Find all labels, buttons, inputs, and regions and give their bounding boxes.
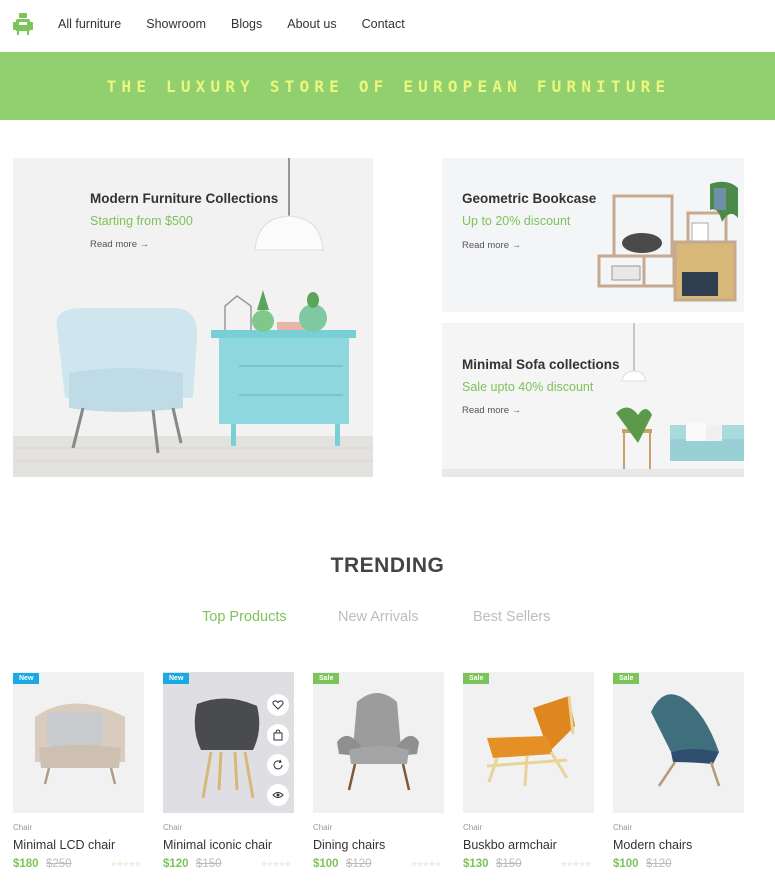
product-category: Chair (163, 823, 183, 832)
product-name[interactable]: Dining chairs (313, 838, 385, 852)
product-price: $180 (13, 858, 39, 870)
rating-stars: ☆☆☆☆☆ (261, 861, 292, 868)
quick-view-button[interactable] (267, 784, 289, 806)
product-category: Chair (13, 823, 33, 832)
promo-title: Geometric Bookcase (462, 191, 597, 206)
product-card: New Chair Minimal LCD chair $180 $250 ☆☆… (13, 672, 149, 882)
product-name[interactable]: Buskbo armchair (463, 838, 557, 852)
wingback-chair-grey-image (337, 693, 419, 791)
promo-image-bookcase (597, 181, 738, 302)
rating-stars: ☆☆☆☆☆ (111, 861, 142, 868)
eye-icon (272, 792, 284, 798)
read-more-link[interactable]: Read more → (462, 240, 521, 251)
product-image[interactable] (163, 672, 294, 813)
tab-new-arrivals[interactable]: New Arrivals (338, 609, 419, 625)
nav-link-blogs[interactable]: Blogs (231, 17, 262, 31)
lounge-chair-teal-image (651, 694, 721, 787)
product-price: $100 (613, 858, 639, 870)
read-more-link[interactable]: Read more → (90, 239, 149, 250)
promo-card-modern-furniture[interactable]: Modern Furniture Collections Starting fr… (13, 158, 373, 477)
product-price: $130 (463, 858, 489, 870)
product-category: Chair (463, 823, 483, 832)
arrow-right-icon: → (511, 405, 522, 416)
shopping-bag-icon (273, 729, 283, 741)
product-category: Chair (613, 823, 633, 832)
armchair-logo-icon[interactable] (12, 12, 34, 36)
armchair-orange-image (486, 695, 575, 787)
promo-title: Modern Furniture Collections (90, 191, 279, 206)
arrow-right-icon: → (139, 239, 150, 250)
nav-link-contact[interactable]: Contact (362, 17, 405, 31)
wishlist-button[interactable] (267, 694, 289, 716)
nav-link-about-us[interactable]: About us (287, 17, 336, 31)
read-more-link[interactable]: Read more → (462, 405, 521, 416)
tab-top-products[interactable]: Top Products (202, 609, 287, 625)
heart-icon (272, 700, 284, 710)
promo-image-sofa (442, 323, 744, 477)
promo-subtitle: Up to 20% discount (462, 214, 571, 228)
promo-card-minimal-sofa[interactable]: Minimal Sofa collections Sale upto 40% d… (442, 323, 744, 477)
nav-link-showroom[interactable]: Showroom (146, 17, 206, 31)
product-old-price: $120 (346, 858, 372, 870)
product-card: Sale Chair Modern chairs $100 $120 (613, 672, 749, 882)
promo-subtitle: Starting from $500 (90, 214, 193, 228)
tab-best-sellers[interactable]: Best Sellers (473, 609, 550, 625)
promo-subtitle: Sale upto 40% discount (462, 380, 594, 394)
product-card: New Chair Minimal iconic chair $120 $150… (163, 672, 299, 882)
new-badge: New (163, 673, 190, 684)
top-navigation: All furniture Showroom Blogs About us Co… (0, 0, 775, 52)
sale-badge: Sale (313, 673, 340, 684)
product-name[interactable]: Minimal iconic chair (163, 838, 272, 852)
sale-badge: Sale (613, 673, 640, 684)
product-price: $120 (163, 858, 189, 870)
banner-text: THE LUXURY STORE OF EUROPEAN FURNITURE (106, 77, 671, 96)
product-tabs: Top Products New Arrivals Best Sellers (0, 609, 775, 629)
product-card: Sale Chair Dining chairs $100 $120 ☆☆☆☆☆ (313, 672, 449, 882)
compare-button[interactable] (267, 754, 289, 776)
product-old-price: $120 (646, 858, 672, 870)
product-card: Sale Chair Buskbo armchair $130 $150 ☆☆☆… (463, 672, 599, 882)
nav-links: All furniture Showroom Blogs About us Co… (58, 17, 405, 31)
product-category: Chair (313, 823, 333, 832)
product-image[interactable] (13, 672, 144, 813)
product-price: $100 (313, 858, 339, 870)
armchair-beige-image (35, 703, 125, 785)
sale-badge: Sale (463, 673, 490, 684)
rating-stars: ☆☆☆☆☆ (561, 861, 592, 868)
rating-stars: ☆☆☆☆☆ (411, 861, 442, 868)
product-image[interactable] (613, 672, 744, 813)
product-image[interactable] (463, 672, 594, 813)
nav-link-all-furniture[interactable]: All furniture (58, 17, 121, 31)
product-old-price: $150 (196, 858, 222, 870)
product-name[interactable]: Minimal LCD chair (13, 838, 115, 852)
product-old-price: $150 (496, 858, 522, 870)
add-to-cart-button[interactable] (267, 724, 289, 746)
refresh-icon (273, 759, 283, 770)
promo-card-geometric-bookcase[interactable]: Geometric Bookcase Up to 20% discount Re… (442, 158, 744, 312)
arrow-right-icon: → (511, 240, 522, 251)
product-old-price: $250 (46, 858, 72, 870)
new-badge: New (13, 673, 40, 684)
promo-title: Minimal Sofa collections (462, 357, 620, 372)
trending-heading: TRENDING (330, 554, 445, 577)
hero-banner: THE LUXURY STORE OF EUROPEAN FURNITURE (0, 52, 775, 120)
product-image[interactable] (313, 672, 444, 813)
product-name[interactable]: Modern chairs (613, 838, 692, 852)
